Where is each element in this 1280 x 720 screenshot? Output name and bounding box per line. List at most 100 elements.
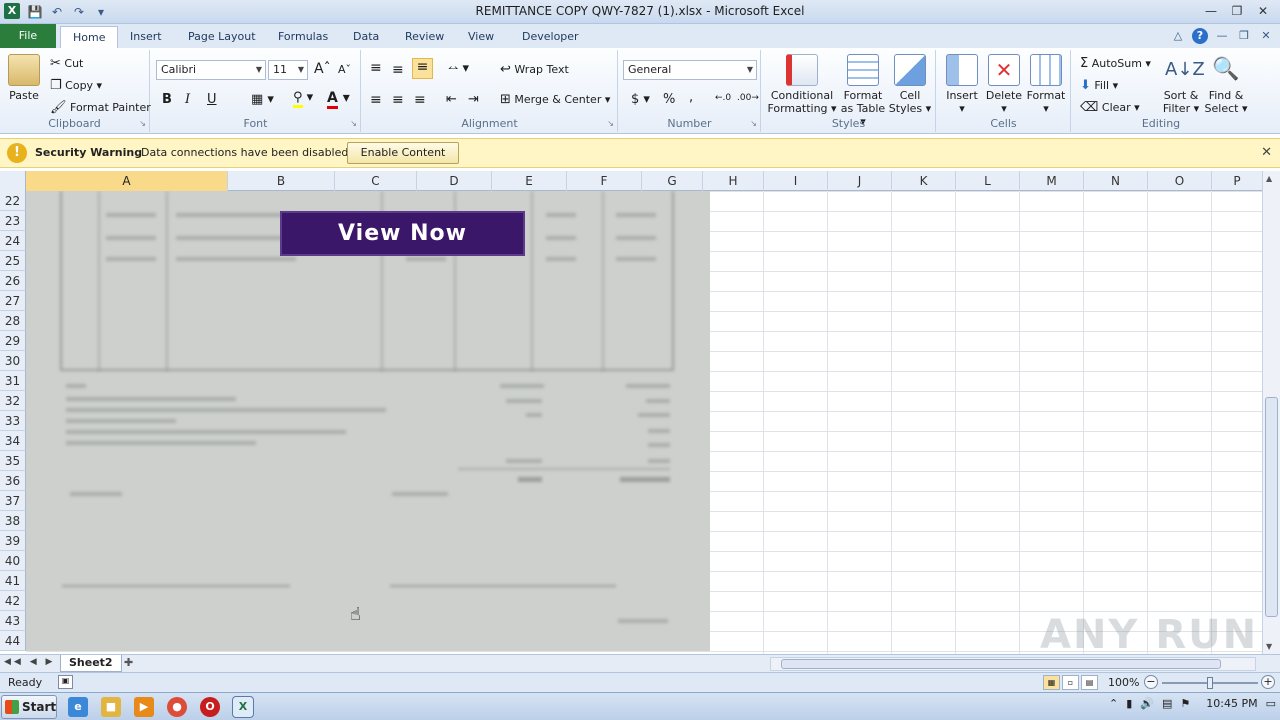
close-icon[interactable]: ✕: [1250, 1, 1276, 21]
excel-taskbar-icon[interactable]: X: [232, 696, 254, 718]
currency-button[interactable]: $ ▾: [631, 92, 650, 107]
number-format-select[interactable]: General ▼: [623, 60, 757, 80]
comma-button[interactable]: ,: [689, 90, 693, 105]
opera-icon[interactable]: O: [200, 697, 220, 717]
volume-icon[interactable]: 🔊: [1140, 697, 1154, 710]
column-header-f[interactable]: F: [567, 171, 642, 191]
scroll-down-icon[interactable]: ▼: [1266, 642, 1272, 651]
increase-indent-icon[interactable]: ⇥: [468, 92, 479, 107]
row-header[interactable]: 29: [0, 331, 26, 351]
autosum-button[interactable]: Σ AutoSum ▾: [1080, 56, 1151, 71]
conditional-formatting-button[interactable]: Conditional Formatting ▾: [766, 54, 838, 115]
page-layout-view-icon[interactable]: ▫: [1062, 675, 1079, 690]
column-header-j[interactable]: J: [828, 171, 892, 191]
borders-button[interactable]: ▦ ▾: [251, 92, 274, 107]
clock[interactable]: 10:45 PM: [1206, 697, 1257, 710]
font-launcher-icon[interactable]: ↘: [350, 119, 357, 128]
battery-icon[interactable]: ▮: [1126, 697, 1132, 710]
tab-file[interactable]: File: [0, 24, 56, 48]
page-break-view-icon[interactable]: ▤: [1081, 675, 1098, 690]
row-header[interactable]: 27: [0, 291, 26, 311]
increase-decimal-icon[interactable]: ←.0: [715, 93, 731, 103]
tab-formulas[interactable]: Formulas: [266, 26, 340, 48]
normal-view-icon[interactable]: ▦: [1043, 675, 1060, 690]
sheet-tab[interactable]: Sheet2: [60, 655, 122, 672]
align-right-icon[interactable]: ≡: [414, 92, 426, 108]
percent-button[interactable]: %: [663, 92, 675, 107]
column-header-m[interactable]: M: [1020, 171, 1084, 191]
paste-button[interactable]: Paste: [6, 54, 42, 102]
horizontal-scrollbar[interactable]: [770, 657, 1256, 671]
delete-cells-button[interactable]: ✕ Delete ▾: [983, 54, 1025, 115]
minimize-icon[interactable]: —: [1198, 1, 1224, 21]
tab-page-layout[interactable]: Page Layout: [176, 26, 268, 48]
minimize-ribbon-icon[interactable]: △: [1170, 28, 1186, 44]
row-header[interactable]: 28: [0, 311, 26, 331]
column-header-h[interactable]: H: [703, 171, 764, 191]
align-center-icon[interactable]: ≡: [392, 92, 404, 108]
row-header[interactable]: 24: [0, 231, 26, 251]
row-header[interactable]: 44: [0, 631, 26, 651]
tab-home[interactable]: Home: [60, 26, 119, 48]
internet-explorer-icon[interactable]: e: [68, 697, 88, 717]
row-header[interactable]: 33: [0, 411, 26, 431]
tab-developer[interactable]: Developer: [510, 26, 591, 48]
workbook-minimize-icon[interactable]: —: [1214, 28, 1230, 44]
enable-content-button[interactable]: Enable Content: [347, 142, 459, 164]
column-header-o[interactable]: O: [1148, 171, 1212, 191]
row-header[interactable]: 36: [0, 471, 26, 491]
row-header[interactable]: 22: [0, 191, 26, 211]
help-icon[interactable]: ?: [1192, 28, 1208, 44]
zoom-slider-knob[interactable]: [1207, 677, 1213, 689]
copy-button[interactable]: ❐ Copy ▾: [50, 78, 102, 93]
row-header[interactable]: 25: [0, 251, 26, 271]
close-icon[interactable]: ✕: [1261, 145, 1272, 160]
merge-center-button[interactable]: ⊞ Merge & Center ▾: [500, 92, 610, 107]
show-desktop-icon[interactable]: ▭: [1266, 697, 1276, 710]
insert-sheet-icon[interactable]: ✚: [124, 656, 133, 669]
restore-icon[interactable]: ❐: [1224, 1, 1250, 21]
row-header[interactable]: 43: [0, 611, 26, 631]
zoom-out-icon[interactable]: −: [1144, 675, 1158, 689]
column-header-k[interactable]: K: [892, 171, 956, 191]
row-header[interactable]: 26: [0, 271, 26, 291]
show-hidden-icons-icon[interactable]: ⌃: [1109, 697, 1118, 710]
font-color-button[interactable]: A ▾: [327, 90, 350, 109]
column-header-g[interactable]: G: [642, 171, 703, 191]
fill-button[interactable]: ⬇ Fill ▾: [1080, 78, 1118, 93]
column-header-b[interactable]: B: [228, 171, 335, 191]
tab-review[interactable]: Review: [393, 26, 456, 48]
column-header-n[interactable]: N: [1084, 171, 1148, 191]
clipboard-launcher-icon[interactable]: ↘: [139, 119, 146, 128]
fill-color-button[interactable]: ⚲ ▾: [293, 90, 313, 108]
scroll-thumb[interactable]: [781, 659, 1221, 669]
cut-button[interactable]: ✂ Cut: [50, 56, 83, 71]
column-header-l[interactable]: L: [956, 171, 1020, 191]
action-center-flag-icon[interactable]: ⚑: [1180, 697, 1190, 710]
file-explorer-icon[interactable]: ■: [101, 697, 121, 717]
chrome-icon[interactable]: ●: [167, 697, 187, 717]
insert-cells-button[interactable]: Insert ▾: [941, 54, 983, 115]
start-button[interactable]: Start: [1, 695, 57, 719]
scroll-thumb[interactable]: [1265, 397, 1278, 617]
decrease-indent-icon[interactable]: ⇤: [446, 92, 457, 107]
shrink-font-button[interactable]: Aˇ: [338, 63, 351, 76]
cell-styles-button[interactable]: Cell Styles ▾: [888, 54, 932, 115]
macro-recording-icon[interactable]: ▣: [58, 675, 73, 689]
column-header-e[interactable]: E: [492, 171, 567, 191]
tab-data[interactable]: Data: [341, 26, 391, 48]
network-icon[interactable]: ▤: [1162, 697, 1172, 710]
clear-button[interactable]: ⌫ Clear ▾: [1080, 100, 1140, 115]
column-header-p[interactable]: P: [1212, 171, 1262, 191]
row-header[interactable]: 32: [0, 391, 26, 411]
row-header[interactable]: 31: [0, 371, 26, 391]
grow-font-button[interactable]: Aˆ: [314, 61, 331, 77]
select-all-corner[interactable]: [0, 171, 26, 191]
tab-view[interactable]: View: [456, 26, 506, 48]
row-header[interactable]: 39: [0, 531, 26, 551]
underline-button[interactable]: U: [207, 92, 217, 107]
column-header-c[interactable]: C: [335, 171, 417, 191]
align-top-icon[interactable]: ≡: [370, 60, 382, 76]
number-launcher-icon[interactable]: ↘: [750, 119, 757, 128]
media-player-icon[interactable]: ▶: [134, 697, 154, 717]
